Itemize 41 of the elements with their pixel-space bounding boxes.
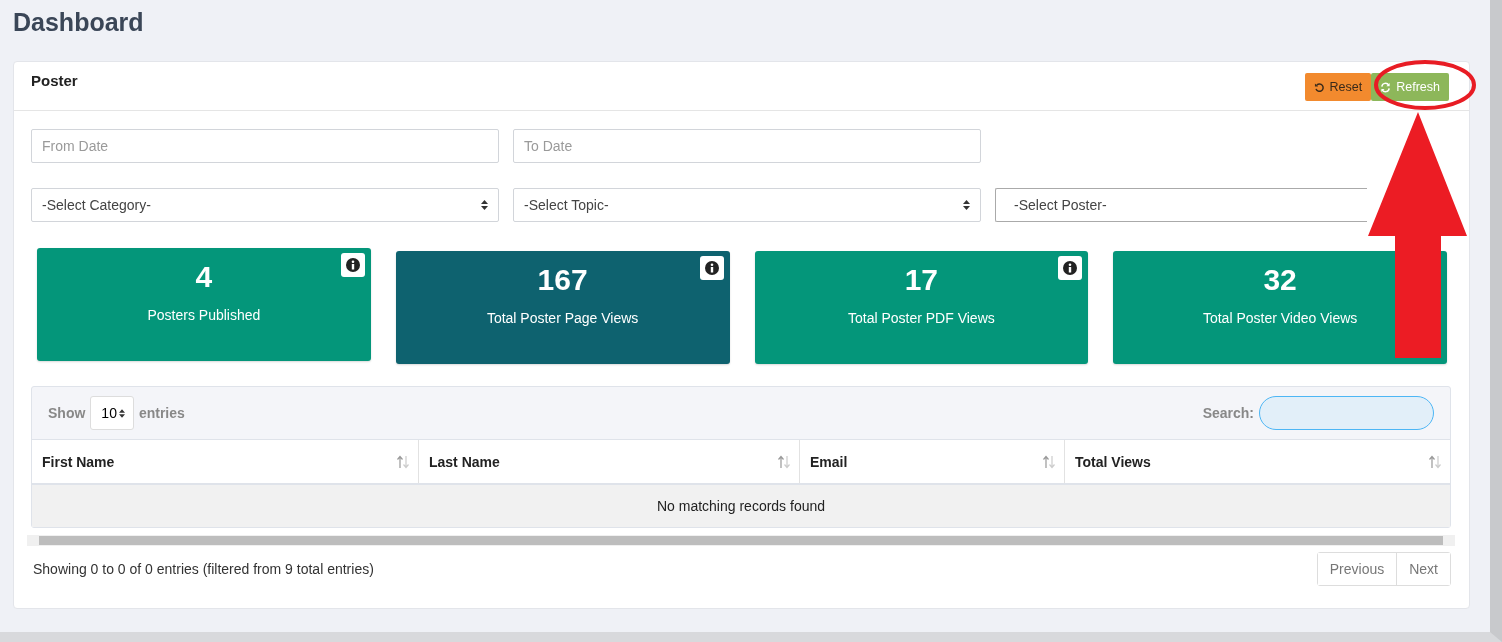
horizontal-scrollbar[interactable]: [27, 535, 1455, 546]
column-header[interactable]: Total Views: [1065, 440, 1450, 483]
show-label: Show: [48, 405, 86, 421]
search-label: Search:: [1202, 405, 1254, 421]
sort-icon: [1042, 454, 1056, 469]
stat-label: Posters Published: [147, 307, 261, 323]
date-field[interactable]: From Date: [31, 129, 499, 163]
refresh-icon: [1380, 81, 1392, 93]
info-icon: [1058, 256, 1083, 280]
page-length-dropdown[interactable]: 10: [90, 396, 134, 430]
stat-value: 167: [537, 263, 588, 297]
sort-caret-icon: [963, 200, 970, 210]
dropdown[interactable]: -Select Category-: [31, 188, 499, 222]
empty-message: No matching records found: [32, 485, 1450, 527]
entries-label: entries: [138, 405, 185, 421]
stat-label: Total Poster PDF Views: [847, 310, 995, 326]
dropdown[interactable]: -Select Topic-: [513, 188, 981, 222]
column-header[interactable]: Email: [800, 440, 1065, 483]
search-field[interactable]: [1259, 396, 1434, 430]
info-icon: [699, 256, 724, 280]
dropdown[interactable]: -Select Poster-: [995, 188, 1367, 222]
stat-value: 4: [195, 260, 213, 294]
stat-value: 17: [904, 263, 939, 297]
panel-title: Poster: [31, 72, 78, 89]
stat-label: Total Poster Video Views: [1202, 310, 1358, 326]
sort-caret-icon: [481, 200, 488, 210]
sort-icon: [396, 454, 410, 469]
column-header[interactable]: First Name: [32, 440, 419, 483]
sort-caret-icon: [118, 408, 125, 418]
column-header[interactable]: Last Name: [419, 440, 800, 483]
reset-button[interactable]: Reset: [1304, 73, 1372, 101]
stat-label: Total Poster Page Views: [486, 310, 639, 326]
sort-icon: [777, 454, 791, 469]
date-field[interactable]: To Date: [513, 129, 981, 163]
sort-icon: [1428, 454, 1442, 469]
table-info: Showing 0 to 0 of 0 entries (filtered from 9 total entries): [33, 561, 374, 577]
info-icon: [340, 253, 365, 277]
pagination-button[interactable]: Previous: [1317, 553, 1398, 585]
undo-icon: [1313, 81, 1325, 93]
stat-value: 32: [1263, 263, 1297, 297]
page-title: Dashboard: [13, 7, 145, 38]
